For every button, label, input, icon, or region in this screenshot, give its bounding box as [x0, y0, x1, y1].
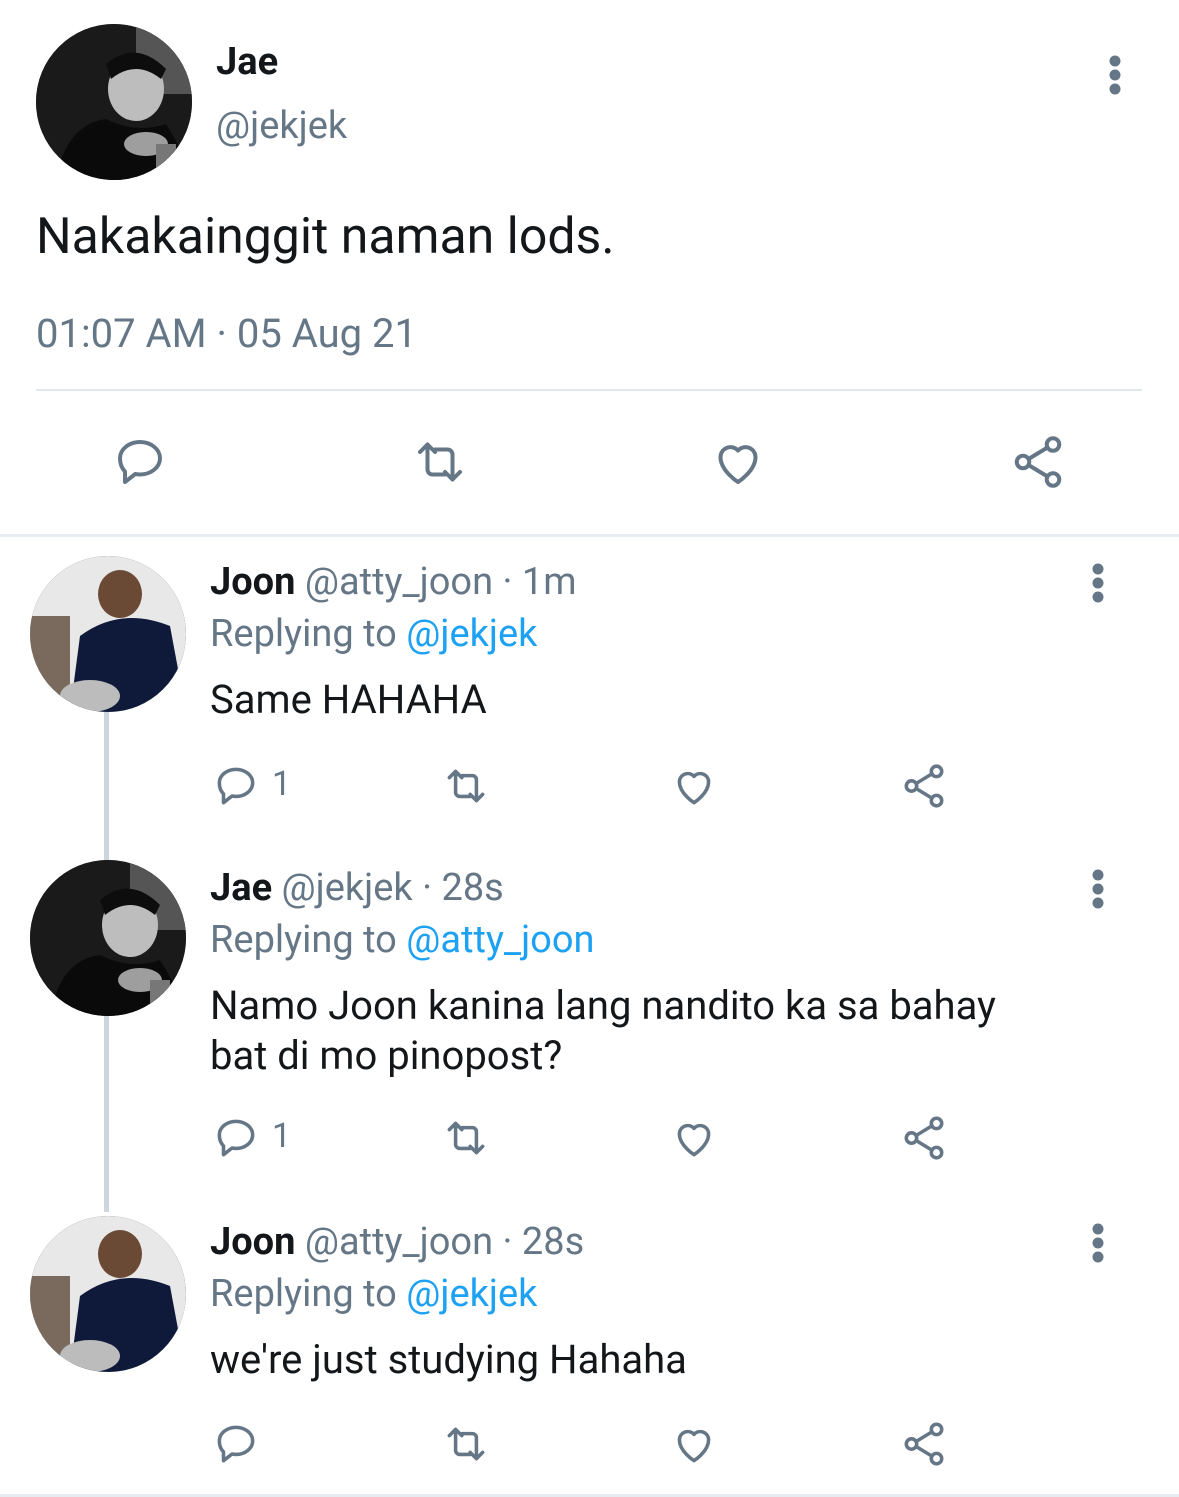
like-icon[interactable]	[668, 1418, 720, 1470]
share-icon[interactable]	[898, 760, 950, 812]
reply-header: Jae @jekjek · 28s	[210, 866, 504, 910]
retweet-icon[interactable]	[440, 1418, 492, 1470]
replying-to-handle[interactable]: @jekjek	[406, 1272, 537, 1316]
avatar-jae[interactable]	[30, 860, 186, 1016]
reply-icon[interactable]	[108, 430, 172, 494]
divider	[36, 389, 1142, 391]
reply-display-name[interactable]: Jae	[210, 866, 272, 910]
avatar-joon[interactable]	[30, 556, 186, 712]
more-options-icon[interactable]	[1078, 866, 1118, 912]
share-icon[interactable]	[1006, 430, 1070, 494]
main-timestamp: 01:07 AM · 05 Aug 21	[36, 310, 417, 357]
replying-to-handle[interactable]: @jekjek	[406, 612, 537, 656]
reply-text-line-2: bat di mo pinopost?	[210, 1032, 563, 1079]
share-icon[interactable]	[898, 1418, 950, 1470]
replying-to: Replying to @jekjek	[210, 1272, 537, 1316]
reply-count: 1	[272, 764, 292, 804]
reply-icon[interactable]	[210, 760, 262, 812]
replying-to: Replying to @atty_joon	[210, 918, 595, 962]
more-options-icon[interactable]	[1078, 1220, 1118, 1266]
replying-to: Replying to @jekjek	[210, 612, 537, 656]
reply-handle[interactable]: @atty_joon	[305, 560, 493, 604]
main-tweet-text: Nakakainggit naman lods.	[36, 208, 615, 266]
reply-display-name[interactable]: Joon	[210, 560, 295, 604]
reply-icon[interactable]	[210, 1112, 262, 1164]
reply-count: 1	[272, 1116, 292, 1156]
reply-icon[interactable]	[210, 1418, 262, 1470]
reply-header: Joon @atty_joon · 28s	[210, 1220, 584, 1264]
like-icon[interactable]	[668, 760, 720, 812]
avatar-joon[interactable]	[30, 1216, 186, 1372]
avatar-jae[interactable]	[36, 24, 192, 180]
more-options-icon[interactable]	[1095, 52, 1135, 98]
replying-to-label: Replying to	[210, 612, 397, 656]
reply-text: Same HAHAHA	[210, 676, 487, 723]
like-icon[interactable]	[668, 1112, 720, 1164]
reply-time: · 28s	[422, 866, 504, 910]
more-options-icon[interactable]	[1078, 560, 1118, 606]
reply-handle[interactable]: @jekjek	[282, 866, 413, 910]
like-icon[interactable]	[706, 430, 770, 494]
replying-to-label: Replying to	[210, 1272, 397, 1316]
main-handle[interactable]: @jekjek	[216, 104, 347, 148]
reply-text: we're just studying Hahaha	[210, 1336, 687, 1383]
reply-header: Joon @atty_joon · 1m	[210, 560, 577, 604]
section-divider	[0, 534, 1179, 537]
retweet-icon[interactable]	[408, 430, 472, 494]
share-icon[interactable]	[898, 1112, 950, 1164]
reply-handle[interactable]: @atty_joon	[305, 1220, 493, 1264]
reply-text-line-1: Namo Joon kanina lang nandito ka sa baha…	[210, 982, 996, 1029]
reply-time: · 1m	[502, 560, 577, 604]
reply-time: · 28s	[502, 1220, 585, 1264]
main-display-name[interactable]: Jae	[216, 40, 278, 84]
retweet-icon[interactable]	[440, 760, 492, 812]
replying-to-label: Replying to	[210, 918, 397, 962]
replying-to-handle[interactable]: @atty_joon	[406, 918, 594, 962]
retweet-icon[interactable]	[440, 1112, 492, 1164]
reply-display-name[interactable]: Joon	[210, 1220, 295, 1264]
